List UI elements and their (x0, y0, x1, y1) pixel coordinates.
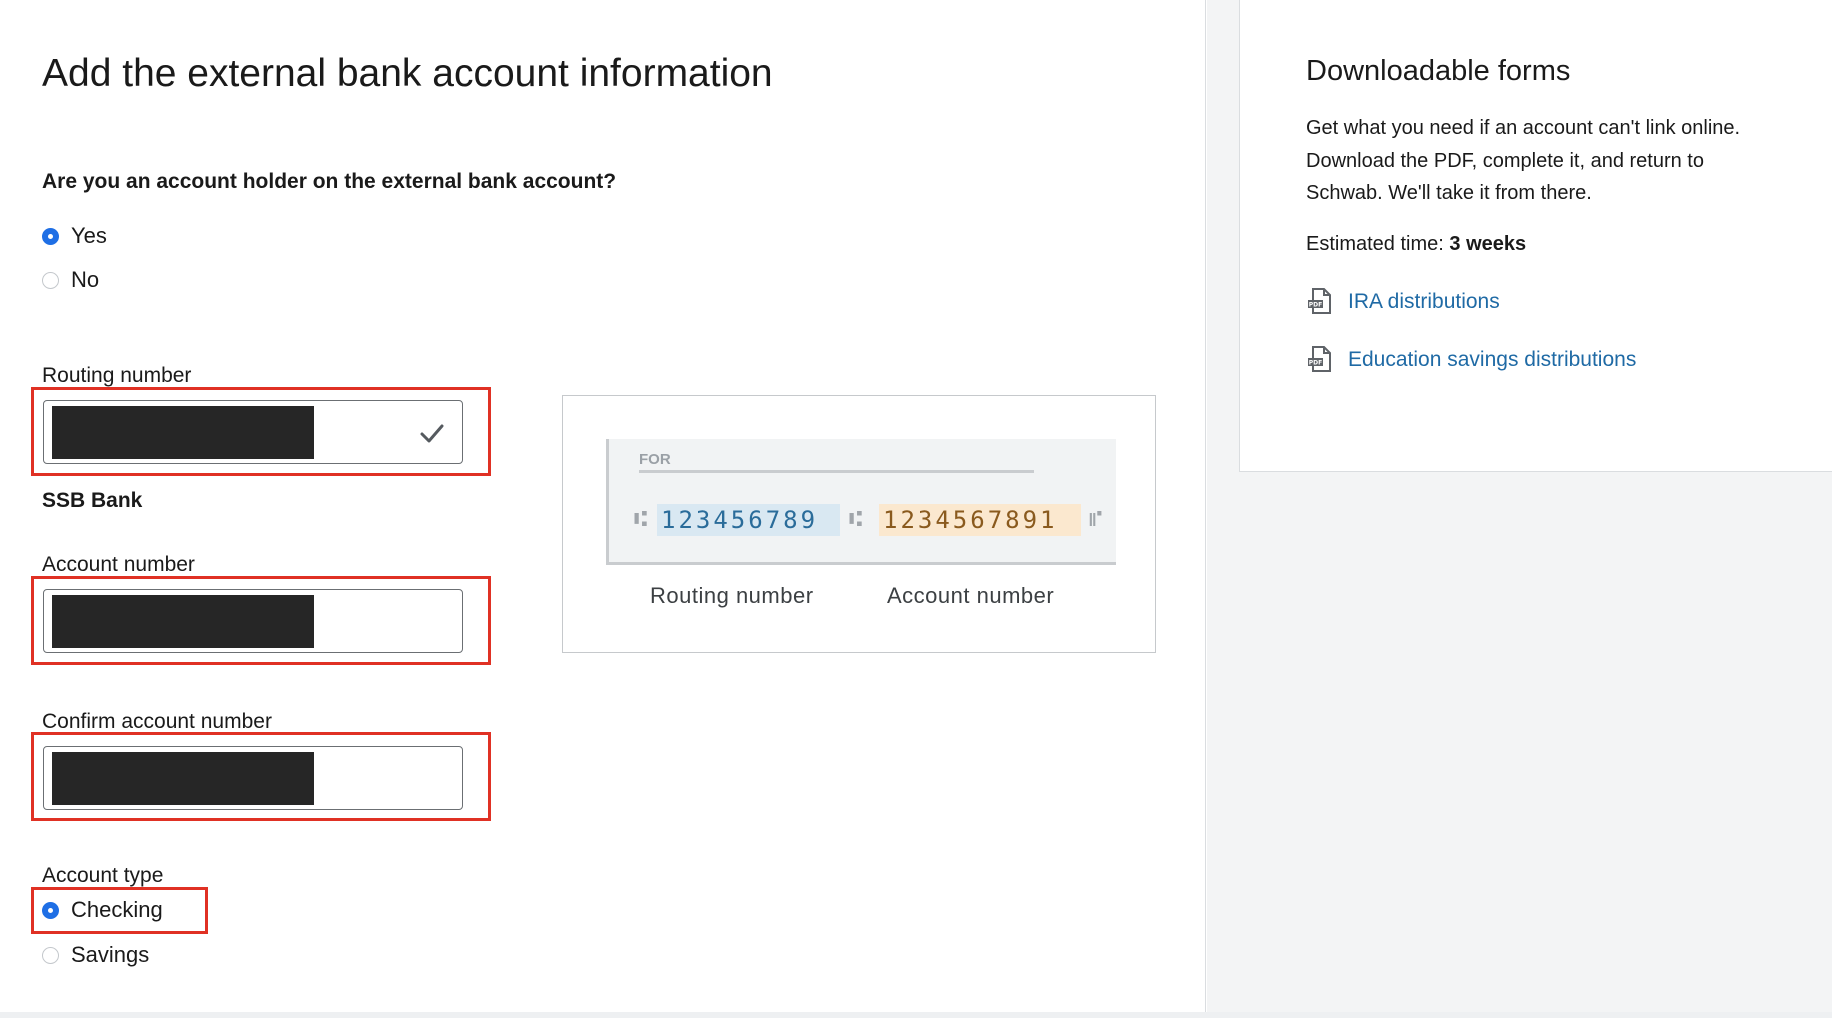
routing-caption: Routing number (650, 583, 814, 608)
estimated-time: Estimated time: 3 weeks (1306, 233, 1526, 256)
check-illustration: FOR ⑆ 123456789 ⑆ 1234567891 ⑈ Routing n… (562, 395, 1156, 653)
bank-name: SSB Bank (42, 489, 143, 512)
micr-onus-symbol: ⑈ (1089, 507, 1103, 532)
svg-text:PDF: PDF (1309, 302, 1322, 309)
highlight-confirm (31, 732, 491, 821)
link-education-savings[interactable]: PDF Education savings distributions (1306, 345, 1636, 375)
estimated-time-label: Estimated time: (1306, 233, 1444, 255)
highlight-account (31, 576, 491, 665)
account-type-label: Account type (42, 864, 164, 887)
routing-number-label: Routing number (42, 364, 192, 387)
svg-text:PDF: PDF (1309, 360, 1322, 367)
page-title: Add the external bank account informatio… (42, 52, 773, 95)
routing-digits: 123456789 (657, 504, 840, 536)
link-ira-label[interactable]: IRA distributions (1348, 290, 1500, 314)
radio-no-indicator[interactable] (42, 271, 59, 289)
radio-savings[interactable]: Savings (42, 941, 149, 969)
radio-yes-indicator[interactable] (42, 227, 59, 245)
radio-savings-label: Savings (71, 942, 150, 967)
radio-no[interactable]: No (42, 266, 99, 294)
highlight-routing (31, 387, 491, 476)
link-education-label[interactable]: Education savings distributions (1348, 348, 1636, 372)
for-label: FOR (639, 451, 671, 468)
confirm-account-label: Confirm account number (42, 710, 272, 733)
micr-transit-symbol: ⑆ (634, 507, 648, 532)
check-card: FOR ⑆ 123456789 ⑆ 1234567891 ⑈ (606, 439, 1116, 565)
radio-yes[interactable]: Yes (42, 222, 107, 250)
estimated-time-value: 3 weeks (1449, 233, 1527, 255)
pdf-icon: PDF (1308, 346, 1331, 372)
radio-no-label: No (71, 267, 100, 292)
account-number-label: Account number (42, 553, 195, 576)
radio-yes-label: Yes (71, 223, 107, 248)
downloadable-forms-panel: Downloadable forms Get what you need if … (1239, 0, 1832, 472)
bottom-strip (0, 1012, 1832, 1018)
panel-title: Downloadable forms (1306, 55, 1571, 87)
radio-savings-indicator[interactable] (42, 946, 59, 964)
account-digits: 1234567891 (879, 504, 1081, 536)
account-holder-question: Are you an account holder on the externa… (42, 170, 617, 193)
micr-transit-symbol: ⑆ (849, 507, 863, 532)
highlight-checking (31, 887, 208, 934)
panel-description: Get what you need if an account can't li… (1306, 117, 1741, 204)
pdf-icon: PDF (1308, 288, 1331, 314)
account-caption: Account number (887, 583, 1055, 608)
link-ira-distributions[interactable]: PDF IRA distributions (1306, 287, 1500, 317)
for-line (639, 470, 1034, 473)
